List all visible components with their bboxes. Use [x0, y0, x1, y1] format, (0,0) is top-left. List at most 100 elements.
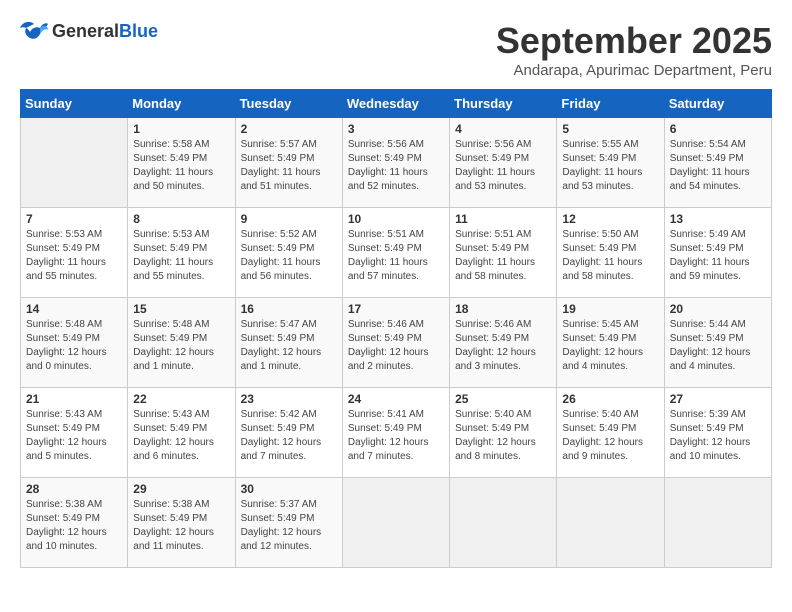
cell-content: Sunrise: 5:53 AM Sunset: 5:49 PM Dayligh…	[26, 228, 122, 284]
cell-content: Sunrise: 5:58 AM Sunset: 5:49 PM Dayligh…	[133, 138, 229, 194]
cell-content: Sunrise: 5:55 AM Sunset: 5:49 PM Dayligh…	[562, 138, 658, 194]
logo-text: GeneralBlue	[52, 21, 158, 42]
cell-content: Sunrise: 5:43 AM Sunset: 5:49 PM Dayligh…	[26, 408, 122, 464]
calendar-week-row: 1 Sunrise: 5:58 AM Sunset: 5:49 PM Daylig…	[21, 118, 772, 208]
cell-content: Sunrise: 5:54 AM Sunset: 5:49 PM Dayligh…	[670, 138, 766, 194]
day-number: 8	[133, 212, 229, 226]
day-number: 20	[670, 302, 766, 316]
cell-content: Sunrise: 5:41 AM Sunset: 5:49 PM Dayligh…	[348, 408, 444, 464]
day-number: 23	[241, 392, 337, 406]
cell-content: Sunrise: 5:48 AM Sunset: 5:49 PM Dayligh…	[133, 318, 229, 374]
calendar-cell: 23 Sunrise: 5:42 AM Sunset: 5:49 PM Dayli…	[235, 388, 342, 478]
calendar-cell: 15Sunrise: 5:48 AM Sunset: 5:49 PM Dayli…	[128, 298, 235, 388]
calendar-cell: 21 Sunrise: 5:43 AM Sunset: 5:49 PM Dayli…	[21, 388, 128, 478]
cell-content: Sunrise: 5:40 AM Sunset: 5:49 PM Dayligh…	[455, 408, 551, 464]
calendar-cell: 8 Sunrise: 5:53 AM Sunset: 5:49 PM Daylig…	[128, 208, 235, 298]
day-number: 19	[562, 302, 658, 316]
day-header-tuesday: Tuesday	[235, 90, 342, 118]
day-header-thursday: Thursday	[450, 90, 557, 118]
cell-content: Sunrise: 5:45 AM Sunset: 5:49 PM Dayligh…	[562, 318, 658, 374]
day-header-friday: Friday	[557, 90, 664, 118]
calendar-cell: 19 Sunrise: 5:45 AM Sunset: 5:49 PM Dayli…	[557, 298, 664, 388]
day-header-sunday: Sunday	[21, 90, 128, 118]
cell-content: Sunrise: 5:38 AM Sunset: 5:49 PM Dayligh…	[133, 498, 229, 554]
day-number: 1	[133, 122, 229, 136]
location-subtitle: Andarapa, Apurimac Department, Peru	[496, 62, 772, 79]
calendar-cell: 11Sunrise: 5:51 AM Sunset: 5:49 PM Dayli…	[450, 208, 557, 298]
calendar-cell: 26Sunrise: 5:40 AM Sunset: 5:49 PM Dayli…	[557, 388, 664, 478]
day-number: 5	[562, 122, 658, 136]
cell-content: Sunrise: 5:57 AM Sunset: 5:49 PM Dayligh…	[241, 138, 337, 194]
calendar-cell: 16Sunrise: 5:47 AM Sunset: 5:49 PM Dayli…	[235, 298, 342, 388]
day-number: 26	[562, 392, 658, 406]
day-header-wednesday: Wednesday	[342, 90, 449, 118]
cell-content: Sunrise: 5:53 AM Sunset: 5:49 PM Dayligh…	[133, 228, 229, 284]
day-number: 21	[26, 392, 122, 406]
cell-content: Sunrise: 5:46 AM Sunset: 5:49 PM Dayligh…	[348, 318, 444, 374]
calendar-cell: 3 Sunrise: 5:56 AM Sunset: 5:49 PM Daylig…	[342, 118, 449, 208]
calendar-cell: 29Sunrise: 5:38 AM Sunset: 5:49 PM Dayli…	[128, 478, 235, 568]
calendar-cell: 6 Sunrise: 5:54 AM Sunset: 5:49 PM Daylig…	[664, 118, 771, 208]
logo-blue: Blue	[119, 21, 158, 41]
day-number: 27	[670, 392, 766, 406]
day-number: 6	[670, 122, 766, 136]
calendar-cell: 5 Sunrise: 5:55 AM Sunset: 5:49 PM Daylig…	[557, 118, 664, 208]
calendar-cell: 9Sunrise: 5:52 AM Sunset: 5:49 PM Daylig…	[235, 208, 342, 298]
day-number: 4	[455, 122, 551, 136]
day-number: 25	[455, 392, 551, 406]
calendar-table: SundayMondayTuesdayWednesdayThursdayFrid…	[20, 89, 772, 568]
day-header-monday: Monday	[128, 90, 235, 118]
cell-content: Sunrise: 5:46 AM Sunset: 5:49 PM Dayligh…	[455, 318, 551, 374]
calendar-cell: 4 Sunrise: 5:56 AM Sunset: 5:49 PM Daylig…	[450, 118, 557, 208]
calendar-week-row: 7 Sunrise: 5:53 AM Sunset: 5:49 PM Daylig…	[21, 208, 772, 298]
day-number: 12	[562, 212, 658, 226]
calendar-cell	[664, 478, 771, 568]
cell-content: Sunrise: 5:52 AM Sunset: 5:49 PM Dayligh…	[241, 228, 337, 284]
calendar-cell: 1 Sunrise: 5:58 AM Sunset: 5:49 PM Daylig…	[128, 118, 235, 208]
day-number: 17	[348, 302, 444, 316]
logo-general: General	[52, 21, 119, 41]
cell-content: Sunrise: 5:56 AM Sunset: 5:49 PM Dayligh…	[455, 138, 551, 194]
calendar-cell: 27Sunrise: 5:39 AM Sunset: 5:49 PM Dayli…	[664, 388, 771, 478]
logo-bird-icon	[20, 20, 48, 42]
calendar-week-row: 14 Sunrise: 5:48 AM Sunset: 5:49 PM Dayli…	[21, 298, 772, 388]
calendar-cell: 10 Sunrise: 5:51 AM Sunset: 5:49 PM Dayli…	[342, 208, 449, 298]
calendar-cell: 18 Sunrise: 5:46 AM Sunset: 5:49 PM Dayli…	[450, 298, 557, 388]
day-number: 24	[348, 392, 444, 406]
calendar-cell: 30 Sunrise: 5:37 AM Sunset: 5:49 PM Dayli…	[235, 478, 342, 568]
calendar-cell: 7 Sunrise: 5:53 AM Sunset: 5:49 PM Daylig…	[21, 208, 128, 298]
calendar-cell: 22Sunrise: 5:43 AM Sunset: 5:49 PM Dayli…	[128, 388, 235, 478]
calendar-week-row: 28 Sunrise: 5:38 AM Sunset: 5:49 PM Dayli…	[21, 478, 772, 568]
calendar-cell: 14 Sunrise: 5:48 AM Sunset: 5:49 PM Dayli…	[21, 298, 128, 388]
day-number: 22	[133, 392, 229, 406]
calendar-header-row: SundayMondayTuesdayWednesdayThursdayFrid…	[21, 90, 772, 118]
calendar-cell	[450, 478, 557, 568]
calendar-cell: 20 Sunrise: 5:44 AM Sunset: 5:49 PM Dayli…	[664, 298, 771, 388]
cell-content: Sunrise: 5:56 AM Sunset: 5:49 PM Dayligh…	[348, 138, 444, 194]
day-number: 7	[26, 212, 122, 226]
calendar-cell: 17 Sunrise: 5:46 AM Sunset: 5:49 PM Dayli…	[342, 298, 449, 388]
calendar-cell: 28 Sunrise: 5:38 AM Sunset: 5:49 PM Dayli…	[21, 478, 128, 568]
cell-content: Sunrise: 5:51 AM Sunset: 5:49 PM Dayligh…	[348, 228, 444, 284]
calendar-cell	[21, 118, 128, 208]
day-number: 18	[455, 302, 551, 316]
cell-content: Sunrise: 5:42 AM Sunset: 5:49 PM Dayligh…	[241, 408, 337, 464]
calendar-cell	[342, 478, 449, 568]
cell-content: Sunrise: 5:47 AM Sunset: 5:49 PM Dayligh…	[241, 318, 337, 374]
day-number: 10	[348, 212, 444, 226]
day-number: 30	[241, 482, 337, 496]
title-area: September 2025 Andarapa, Apurimac Depart…	[496, 20, 772, 79]
day-number: 3	[348, 122, 444, 136]
day-header-saturday: Saturday	[664, 90, 771, 118]
cell-content: Sunrise: 5:37 AM Sunset: 5:49 PM Dayligh…	[241, 498, 337, 554]
cell-content: Sunrise: 5:48 AM Sunset: 5:49 PM Dayligh…	[26, 318, 122, 374]
cell-content: Sunrise: 5:44 AM Sunset: 5:49 PM Dayligh…	[670, 318, 766, 374]
day-number: 14	[26, 302, 122, 316]
cell-content: Sunrise: 5:38 AM Sunset: 5:49 PM Dayligh…	[26, 498, 122, 554]
day-number: 28	[26, 482, 122, 496]
day-number: 2	[241, 122, 337, 136]
calendar-cell: 13Sunrise: 5:49 AM Sunset: 5:49 PM Dayli…	[664, 208, 771, 298]
cell-content: Sunrise: 5:49 AM Sunset: 5:49 PM Dayligh…	[670, 228, 766, 284]
calendar-cell: 25 Sunrise: 5:40 AM Sunset: 5:49 PM Dayli…	[450, 388, 557, 478]
month-title: September 2025	[496, 20, 772, 62]
